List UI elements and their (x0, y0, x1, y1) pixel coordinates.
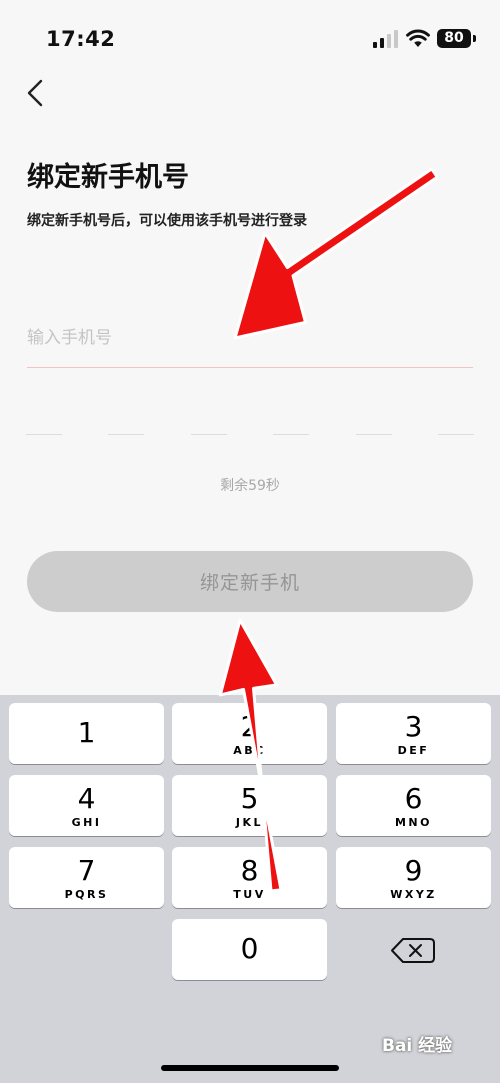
key-1[interactable]: 1 (9, 703, 164, 764)
code-digit-box[interactable] (273, 400, 309, 435)
key-3[interactable]: 3 DEF (336, 703, 491, 764)
phone-number-input[interactable] (27, 318, 473, 358)
key-4[interactable]: 4 GHI (9, 775, 164, 836)
backspace-icon[interactable] (336, 920, 491, 981)
key-number: 6 (404, 782, 423, 815)
key-number: 9 (404, 854, 423, 887)
key-letters: PQRS (64, 888, 109, 901)
key-0[interactable]: 0 (172, 919, 327, 980)
key-7[interactable]: 7 PQRS (9, 847, 164, 908)
key-number: 8 (240, 854, 259, 887)
key-number: 4 (77, 782, 96, 815)
chevron-left-icon[interactable] (24, 78, 48, 108)
key-number: 0 (240, 932, 259, 965)
key-number: 5 (240, 782, 259, 815)
watermark-logo: Bai 经验 (382, 1036, 453, 1056)
key-6[interactable]: 6 MNO (336, 775, 491, 836)
verification-code-boxes[interactable] (26, 400, 474, 436)
key-number: 2 (240, 710, 259, 743)
key-letters: WXYZ (390, 888, 437, 901)
key-5[interactable]: 5 JKL (172, 775, 327, 836)
status-time: 17:42 (46, 27, 116, 51)
resend-countdown: 剩余59秒 (220, 478, 280, 494)
status-bar: 17:42 80 (0, 0, 500, 70)
key-letters: TUV (233, 888, 266, 901)
home-indicator (161, 1065, 339, 1071)
code-digit-box[interactable] (356, 400, 392, 435)
cellular-signal-icon (373, 30, 399, 48)
key-letters: GHI (71, 816, 102, 829)
code-digit-box[interactable] (438, 400, 474, 435)
code-digit-box[interactable] (26, 400, 62, 435)
key-number: 7 (77, 854, 96, 887)
key-9[interactable]: 9 WXYZ (336, 847, 491, 908)
page-subtitle: 绑定新手机号后，可以使用该手机号进行登录 (27, 213, 307, 229)
page-title: 绑定新手机号 (27, 162, 189, 193)
key-number: 1 (77, 716, 96, 749)
key-letters: DEF (397, 744, 430, 757)
key-number: 3 (404, 710, 423, 743)
key-letters: ABC (233, 744, 266, 757)
bind-new-phone-button[interactable]: 绑定新手机 (27, 551, 473, 612)
key-letters: MNO (394, 816, 432, 829)
code-digit-box[interactable] (191, 400, 227, 435)
phone-input-underline (27, 367, 473, 368)
code-digit-box[interactable] (108, 400, 144, 435)
numeric-keyboard: 1 2 ABC 3 DEF 4 GHI 5 JKL 6 MNO 7 PQRS 8… (0, 695, 500, 1083)
key-8[interactable]: 8 TUV (172, 847, 327, 908)
battery-icon: 80 (437, 29, 471, 48)
key-letters: JKL (235, 816, 264, 829)
battery-nub (473, 35, 476, 42)
key-2[interactable]: 2 ABC (172, 703, 327, 764)
wifi-icon (406, 29, 430, 47)
